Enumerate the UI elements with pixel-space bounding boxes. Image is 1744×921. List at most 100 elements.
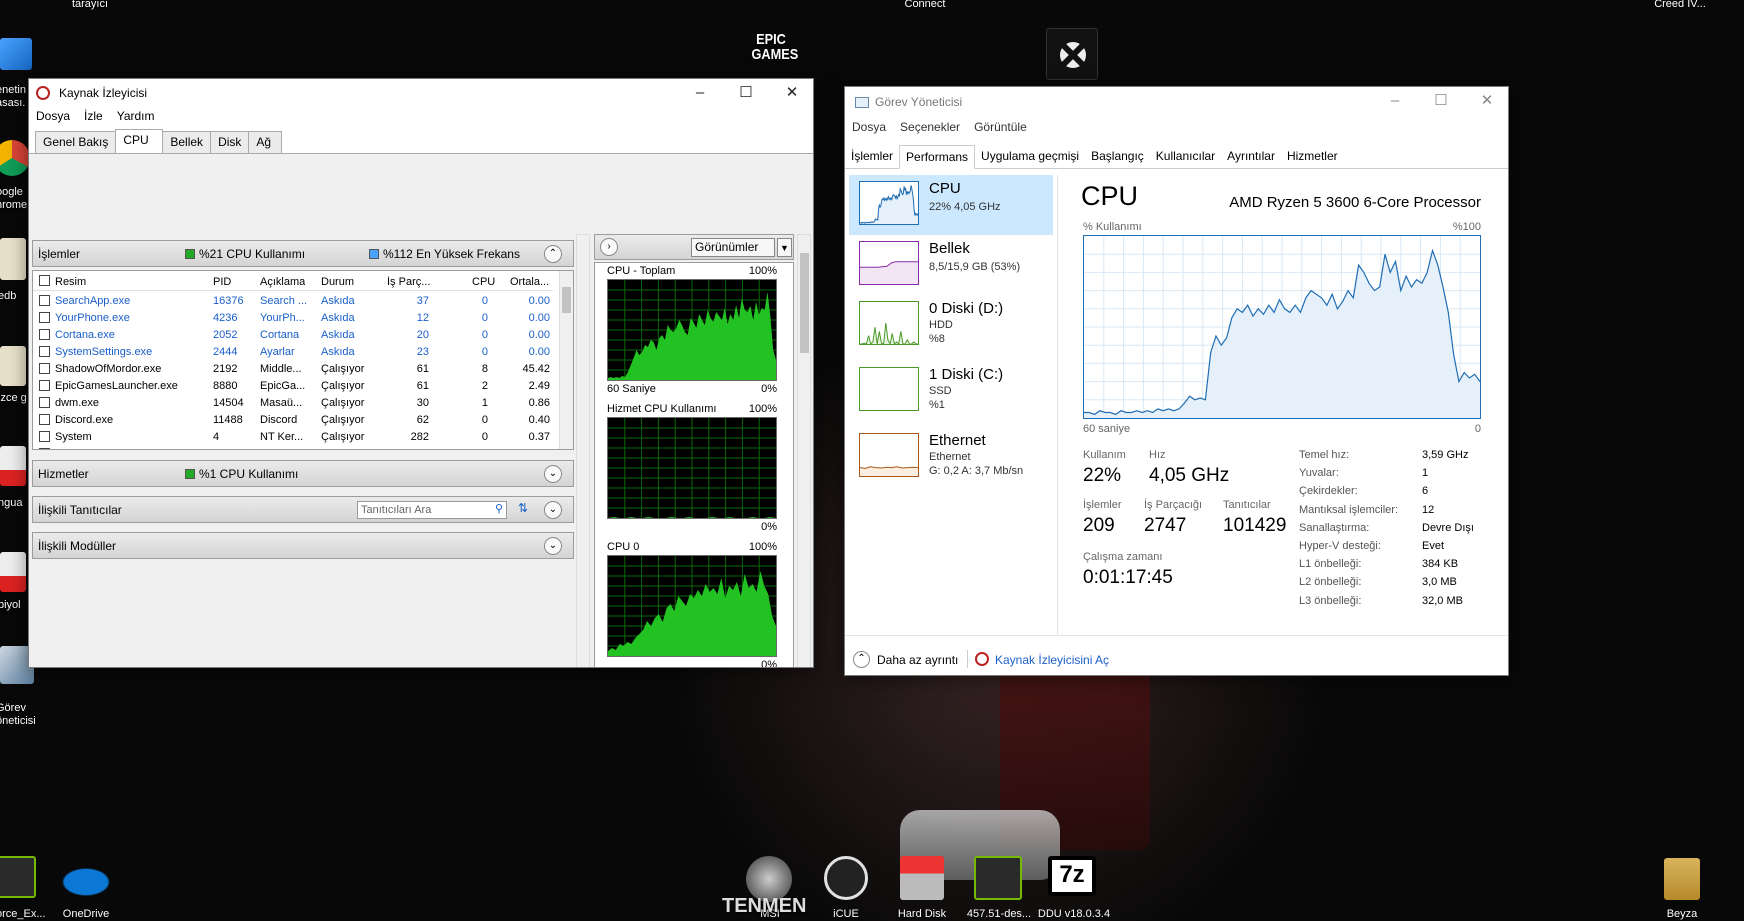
tab-details[interactable]: Ayrıntılar: [1221, 145, 1281, 168]
tab-startup[interactable]: Başlangıç: [1085, 145, 1150, 168]
seven-zip-icon[interactable]: 7z: [1048, 856, 1096, 896]
maximize-button[interactable]: ☐: [723, 79, 769, 107]
nvidia-icon[interactable]: [0, 856, 36, 898]
col-cpu[interactable]: CPU: [472, 276, 495, 288]
table-row[interactable]: EpicGamesLauncher.exe 8880 EpicGa... Çalışı…: [33, 378, 553, 395]
col-average[interactable]: Ortala...: [510, 276, 550, 288]
row-checkbox[interactable]: [39, 414, 50, 425]
open-resource-monitor-link[interactable]: Kaynak İzleyicisini Aç: [995, 653, 1109, 667]
row-checkbox[interactable]: [39, 346, 50, 357]
col-threads[interactable]: İş Parç...: [387, 276, 432, 288]
folder-icon[interactable]: [0, 238, 26, 280]
sidebar-item-cpu[interactable]: CPU 22% 4,05 GHz: [849, 175, 1053, 235]
row-checkbox[interactable]: [39, 431, 50, 442]
taskbar-label-driver[interactable]: 457.51-des...: [964, 908, 1034, 921]
graphs-scrollbar[interactable]: [797, 234, 811, 667]
table-row[interactable]: dwm.exe 14504 Masaü... Çalışıyor 30 1 0.86: [33, 395, 553, 412]
row-checkbox[interactable]: [39, 312, 50, 323]
menu-monitor[interactable]: İzle: [77, 106, 110, 128]
handle-search-input[interactable]: Tanıtıcıları Ara: [357, 501, 507, 519]
row-checkbox[interactable]: [39, 397, 50, 408]
menu-help[interactable]: Yardım: [110, 106, 162, 128]
tab-memory[interactable]: Bellek: [162, 131, 212, 153]
table-row[interactable]: ShadowOfMordor.exe 2192 Middle... Çalışıyor…: [33, 361, 553, 378]
tab-processes[interactable]: İşlemler: [845, 145, 899, 168]
row-checkbox[interactable]: [39, 448, 50, 449]
sidebar-item-ethernet[interactable]: Ethernet Ethernet G: 0,2 A: 3,7 Mb/sn: [849, 427, 1053, 487]
desktop-label-izce[interactable]: izce g: [0, 392, 28, 405]
row-checkbox[interactable]: [39, 363, 50, 374]
views-dropdown[interactable]: Görünümler: [691, 238, 775, 257]
desktop-label-connect[interactable]: Connect: [890, 0, 960, 11]
table-row[interactable]: SystemSettings.exe 2444 Ayarlar Askıda 23 0 0.…: [33, 344, 553, 361]
onedrive-icon[interactable]: [60, 856, 110, 898]
collapse-icon[interactable]: ⌃: [544, 245, 562, 263]
col-image[interactable]: Resim: [55, 276, 86, 288]
sidebar-item-disk-c[interactable]: 1 Diski (C:) SSD %1: [849, 361, 1053, 421]
handles-section-header[interactable]: İlişkili Tanıtıcılar Tanıtıcıları Ara ⚲ …: [32, 496, 574, 523]
col-pid[interactable]: PID: [213, 276, 231, 288]
icue-icon[interactable]: [824, 856, 868, 900]
left-scrollbar[interactable]: [576, 234, 590, 667]
minimize-button[interactable]: –: [677, 79, 723, 107]
desktop-label-edb[interactable]: edb: [0, 290, 28, 303]
tab-network[interactable]: Ağ: [248, 131, 283, 153]
menu-options[interactable]: Seçenekler: [893, 117, 967, 139]
collapse-panel-icon[interactable]: ›: [600, 238, 618, 256]
pdf-icon[interactable]: [0, 552, 26, 592]
taskbar-label-hard-disk[interactable]: Hard Disk: [892, 908, 952, 921]
sidebar-item-memory[interactable]: Bellek 8,5/15,9 GB (53%): [849, 235, 1053, 295]
search-icon[interactable]: ⚲: [495, 502, 503, 515]
tab-cpu[interactable]: CPU: [115, 129, 164, 153]
nvidia-icon[interactable]: [974, 856, 1022, 900]
tab-performance[interactable]: Performans: [899, 145, 976, 169]
menu-file[interactable]: Dosya: [29, 106, 77, 128]
epic-games-icon[interactable]: EPIC GAMES: [751, 32, 798, 62]
folder-icon[interactable]: [0, 346, 26, 386]
tab-disk[interactable]: Disk: [210, 131, 250, 153]
expand-icon[interactable]: ⌄: [544, 501, 562, 519]
desktop-label-ngua[interactable]: ngua: [0, 497, 28, 510]
title-bar[interactable]: Görev Yöneticisi – ☐ ✕: [845, 87, 1508, 117]
select-all-checkbox[interactable]: [39, 275, 50, 286]
row-checkbox[interactable]: [39, 329, 50, 340]
chrome-icon[interactable]: [0, 140, 30, 176]
hard-disk-icon[interactable]: [900, 856, 944, 900]
tab-services[interactable]: Hizmetler: [1281, 145, 1344, 168]
taskbar-label-icue[interactable]: iCUE: [822, 908, 870, 921]
control-panel-icon[interactable]: [0, 38, 32, 70]
sidebar-item-disk-d[interactable]: 0 Diski (D:) HDD %8: [849, 295, 1053, 355]
processes-section-header[interactable]: İşlemler %21 CPU Kullanımı %112 En Yükse…: [32, 240, 574, 267]
table-row[interactable]: YourPhone.exe 4236 YourPh... Askıda 12 0 0.00: [33, 310, 553, 327]
tab-users[interactable]: Kullanıcılar: [1150, 145, 1221, 168]
folder-icon[interactable]: [1664, 858, 1700, 900]
desktop-label-creed[interactable]: Creed IV...: [1645, 0, 1715, 11]
minimize-button[interactable]: –: [1372, 87, 1418, 115]
table-row[interactable]: explorer.exe 15940 Windo...Çalışıyor 75 1 0.3…: [33, 446, 553, 449]
col-description[interactable]: Açıklama: [260, 276, 305, 288]
close-button[interactable]: ✕: [769, 79, 813, 107]
services-section-header[interactable]: Hizmetler %1 CPU Kullanımı ⌄: [32, 460, 574, 487]
taskbar-label-onedrive[interactable]: OneDrive: [56, 908, 116, 921]
table-row[interactable]: SearchApp.exe 16376 Search ... Askıda 37 0 0.0…: [33, 293, 553, 310]
pdf-icon[interactable]: [0, 446, 26, 486]
less-details-link[interactable]: Daha az ayrıntı: [877, 653, 958, 667]
desktop-label-task-manager[interactable]: Görev öneticisi: [0, 702, 36, 728]
table-row[interactable]: Discord.exe 11488 Discord Çalışıyor 62 0 0.40: [33, 412, 553, 429]
row-checkbox[interactable]: [39, 380, 50, 391]
tab-app-history[interactable]: Uygulama geçmişi: [975, 145, 1085, 168]
col-status[interactable]: Durum: [321, 276, 354, 288]
taskbar-label-beyza[interactable]: Beyza: [1660, 908, 1704, 921]
expand-icon[interactable]: ⌄: [544, 465, 562, 483]
row-checkbox[interactable]: [39, 295, 50, 306]
table-row[interactable]: Cortana.exe 2052 Cortana Askıda 20 0 0.00: [33, 327, 553, 344]
tab-overview[interactable]: Genel Bakış: [35, 131, 117, 153]
maximize-button[interactable]: ☐: [1418, 87, 1464, 115]
scrollbar[interactable]: [559, 271, 573, 449]
desktop-label-browser[interactable]: tarayıcı: [60, 0, 120, 11]
menu-file[interactable]: Dosya: [845, 117, 893, 139]
chevron-down-icon[interactable]: ▼: [777, 238, 792, 257]
close-button[interactable]: ✕: [1464, 87, 1508, 115]
chevron-up-icon[interactable]: ⌃: [853, 651, 870, 668]
refresh-icon[interactable]: ⇅: [518, 501, 528, 515]
